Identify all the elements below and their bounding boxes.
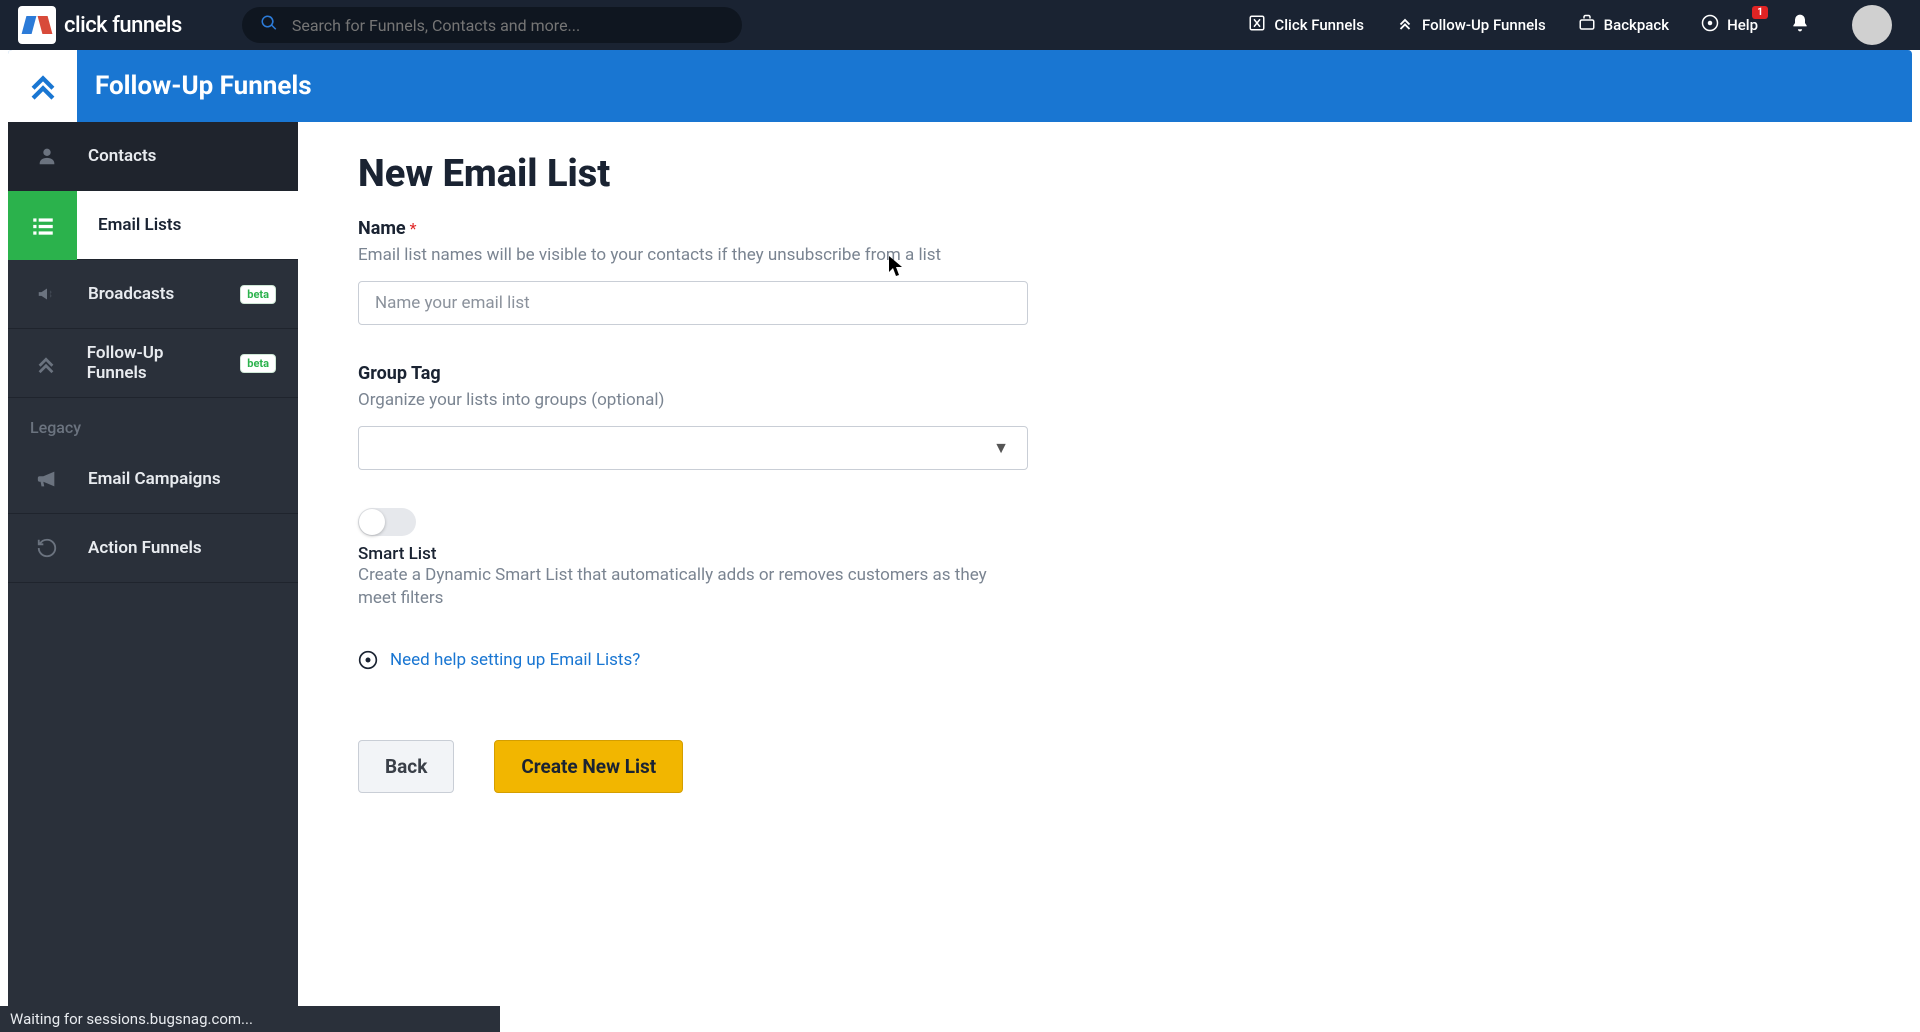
group-tag-label: Group Tag: [358, 363, 441, 384]
page-header: Follow-Up Funnels: [8, 50, 1912, 122]
nav-clickfunnels-label: Click Funnels: [1274, 16, 1364, 34]
sidebar-item-email-lists[interactable]: Email Lists: [8, 191, 298, 260]
name-label: Name: [358, 218, 406, 239]
help-circle-icon: [358, 650, 378, 670]
toggle-knob: [359, 509, 385, 535]
clickfunnels-icon: [1248, 14, 1266, 36]
sidebar-broadcasts-label: Broadcasts: [88, 284, 174, 304]
backpack-icon: [1578, 14, 1596, 36]
nav-backpack-label: Backpack: [1604, 16, 1669, 34]
group-tag-help: Organize your lists into groups (optiona…: [358, 390, 1338, 410]
create-button[interactable]: Create New List: [494, 740, 683, 793]
sidebar: Contacts Email Lists Broadcasts beta Fol…: [8, 122, 298, 1032]
nav-help[interactable]: Help 1: [1701, 14, 1758, 36]
sidebar-email-lists-label: Email Lists: [98, 215, 181, 235]
header-home-button[interactable]: [8, 50, 77, 122]
field-group-tag: Group Tag Organize your lists into group…: [358, 363, 1338, 470]
megaphone-icon: [30, 283, 64, 305]
top-nav: Click Funnels Follow-Up Funnels Backpack…: [1248, 5, 1892, 45]
sidebar-contacts-label: Contacts: [88, 146, 156, 166]
page-title: New Email List: [358, 152, 1338, 196]
back-button[interactable]: Back: [358, 740, 454, 793]
nav-followup[interactable]: Follow-Up Funnels: [1396, 14, 1546, 36]
nav-followup-label: Follow-Up Funnels: [1422, 16, 1546, 34]
nav-backpack[interactable]: Backpack: [1578, 14, 1669, 36]
help-link[interactable]: Need help setting up Email Lists?: [390, 650, 640, 670]
sidebar-legacy-heading: Legacy: [8, 398, 298, 445]
sidebar-item-contacts[interactable]: Contacts: [8, 122, 298, 191]
help-badge: 1: [1752, 6, 1768, 19]
brand-logo[interactable]: click funnels: [18, 6, 182, 44]
required-indicator: *: [410, 219, 417, 238]
page-header-title: Follow-Up Funnels: [95, 71, 312, 101]
chevrons-up-icon: [30, 352, 63, 374]
button-row: Back Create New List: [358, 740, 1338, 793]
chevrons-up-icon: [26, 67, 60, 105]
group-tag-select[interactable]: ▼: [358, 426, 1028, 470]
bullhorn-icon: [30, 468, 64, 490]
sidebar-email-campaigns-label: Email Campaigns: [88, 469, 221, 489]
field-name: Name* Email list names will be visible t…: [358, 218, 1338, 325]
top-bar: click funnels Click Funnels Follow-Up Fu…: [0, 0, 1920, 50]
user-icon: [30, 145, 64, 167]
smart-list-label: Smart List: [358, 544, 1338, 564]
name-help: Email list names will be visible to your…: [358, 245, 1338, 265]
name-input[interactable]: [358, 281, 1028, 325]
help-link-row: Need help setting up Email Lists?: [358, 650, 1338, 670]
status-bar: Waiting for sessions.bugsnag.com...: [0, 1006, 500, 1032]
main: Contacts Email Lists Broadcasts beta Fol…: [8, 122, 1920, 1032]
sidebar-followup-label: Follow-Up Funnels: [87, 343, 223, 383]
content: New Email List Name* Email list names wi…: [298, 122, 1398, 1032]
sidebar-item-broadcasts[interactable]: Broadcasts beta: [8, 260, 298, 329]
sidebar-action-funnels-label: Action Funnels: [88, 538, 202, 558]
help-icon: [1701, 14, 1719, 36]
history-icon: [30, 537, 64, 559]
search-icon: [260, 14, 278, 36]
sidebar-item-followup[interactable]: Follow-Up Funnels beta: [8, 329, 298, 398]
nav-clickfunnels[interactable]: Click Funnels: [1248, 14, 1364, 36]
brand-text: click funnels: [64, 13, 182, 38]
brand-icon: [18, 6, 56, 44]
search-input[interactable]: [292, 16, 724, 35]
notifications-bell-icon[interactable]: [1790, 13, 1810, 37]
user-avatar[interactable]: [1852, 5, 1892, 45]
list-icon: [8, 191, 77, 260]
chevrons-up-icon: [1396, 14, 1414, 36]
caret-down-icon: ▼: [993, 438, 1009, 458]
sidebar-item-action-funnels[interactable]: Action Funnels: [8, 514, 298, 583]
field-smart-list: Smart List Create a Dynamic Smart List t…: [358, 508, 1338, 610]
smart-list-desc: Create a Dynamic Smart List that automat…: [358, 564, 998, 610]
smart-list-toggle[interactable]: [358, 508, 416, 536]
sidebar-item-email-campaigns[interactable]: Email Campaigns: [8, 445, 298, 514]
beta-badge: beta: [240, 285, 276, 304]
search-box[interactable]: [242, 7, 742, 43]
beta-badge: beta: [240, 354, 276, 373]
